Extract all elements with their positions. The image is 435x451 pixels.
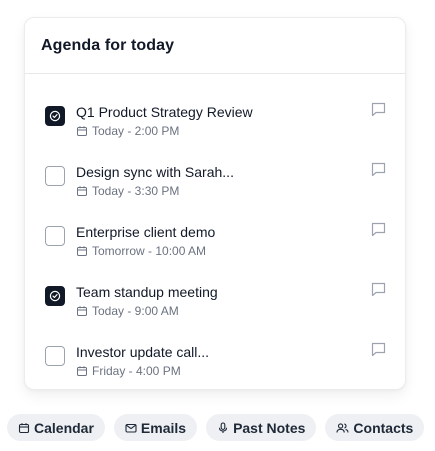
agenda-item-meta: Tomorrow - 10:00 AM — [76, 244, 206, 258]
calendar-icon — [18, 422, 30, 433]
agenda-item-checkbox[interactable] — [45, 226, 65, 246]
agenda-item[interactable]: Design sync with Sarah... Today - 3:30 P… — [25, 144, 405, 204]
comment-icon[interactable] — [370, 221, 387, 238]
check-circle-icon — [49, 110, 61, 122]
calendar-icon — [76, 305, 88, 317]
agenda-item-title: Team standup meeting — [76, 284, 218, 300]
agenda-item-checkbox[interactable] — [45, 286, 65, 306]
chip-past-notes[interactable]: Past Notes — [206, 414, 317, 441]
chip-calendar[interactable]: Calendar — [7, 414, 105, 441]
card-header: Agenda for today — [25, 18, 405, 74]
agenda-item-meta: Today - 9:00 AM — [76, 304, 179, 318]
comment-icon[interactable] — [370, 281, 387, 298]
chip-emails[interactable]: Emails — [113, 414, 198, 441]
calendar-icon — [76, 365, 88, 377]
agenda-item[interactable]: Enterprise client demo Tomorrow - 10:00 … — [25, 204, 405, 264]
agenda-item-meta: Today - 3:30 PM — [76, 184, 179, 198]
agenda-item-title: Investor update call... — [76, 344, 210, 360]
check-circle-icon — [49, 290, 61, 302]
agenda-item[interactable]: Q1 Product Strategy Review Today - 2:00 … — [25, 84, 405, 144]
calendar-icon — [76, 245, 88, 257]
chip-label: Contacts — [353, 419, 414, 436]
card-title: Agenda for today — [41, 36, 175, 54]
agenda-item[interactable]: Investor update call... Friday - 4:00 PM — [25, 324, 405, 384]
chip-label: Past Notes — [233, 419, 306, 436]
agenda-item-checkbox[interactable] — [45, 166, 65, 186]
agenda-item-title: Enterprise client demo — [76, 224, 216, 240]
users-icon — [336, 422, 349, 433]
chip-contacts[interactable]: Contacts — [325, 414, 425, 441]
comment-icon[interactable] — [370, 161, 387, 178]
chip-label: Emails — [140, 419, 187, 436]
agenda-item[interactable]: Team standup meeting Today - 9:00 AM — [25, 264, 405, 324]
comment-icon[interactable] — [370, 101, 387, 118]
agenda-item-title: Q1 Product Strategy Review — [76, 104, 253, 120]
context-chips: Calendar Emails Past Notes Contacts — [7, 414, 425, 441]
chip-label: Calendar — [34, 419, 94, 436]
calendar-icon — [76, 185, 88, 197]
agenda-card: Agenda for today Q1 Product Strategy Rev… — [24, 17, 406, 390]
agenda-item-time: Today - 9:00 AM — [92, 304, 179, 318]
agenda-item-checkbox[interactable] — [45, 346, 65, 366]
agenda-item-meta: Today - 2:00 PM — [76, 124, 179, 138]
microphone-icon — [219, 421, 228, 433]
mail-icon — [125, 423, 137, 433]
agenda-item-time: Today - 3:30 PM — [92, 184, 180, 198]
agenda-item-checkbox[interactable] — [45, 106, 65, 126]
agenda-item-title: Design sync with Sarah... — [76, 164, 234, 180]
agenda-item-time: Tomorrow - 10:00 AM — [92, 244, 207, 258]
agenda-item-meta: Friday - 4:00 PM — [76, 364, 181, 378]
agenda-item-time: Today - 2:00 PM — [92, 124, 180, 138]
agenda-item-time: Friday - 4:00 PM — [92, 364, 181, 378]
comment-icon[interactable] — [370, 341, 387, 358]
calendar-icon — [76, 125, 88, 137]
